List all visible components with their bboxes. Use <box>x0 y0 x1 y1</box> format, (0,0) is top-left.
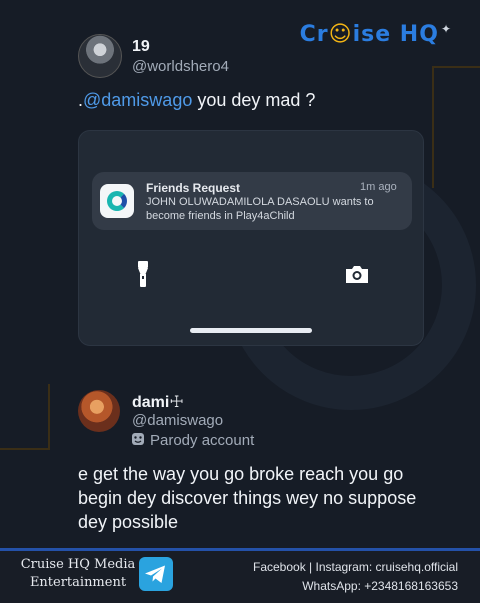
home-indicator <box>190 328 312 333</box>
notification-time: 1m ago <box>360 181 397 193</box>
post-author-handle[interactable]: @worldshero4 <box>132 58 229 75</box>
avatar[interactable] <box>78 390 120 432</box>
post-author-name[interactable]: 19 <box>132 38 150 56</box>
notification-body: JOHN OLUWADAMILOLA DASAOLU wants to beco… <box>146 196 374 222</box>
post-text: .@damiswago you dey mad ? <box>78 90 315 111</box>
org-name-line2: Entertainment <box>29 575 127 590</box>
sparkle-icon: ✦ <box>440 22 452 36</box>
post-author-handle[interactable]: @damiswago <box>132 412 223 429</box>
smile-icon: ☺ <box>328 22 353 47</box>
brand-name-start: Cr <box>299 22 329 47</box>
flashlight-icon[interactable] <box>132 260 154 288</box>
post-author-name[interactable]: dami☩ <box>132 392 184 412</box>
decorative-frame <box>432 66 480 188</box>
decorative-frame <box>0 384 50 450</box>
post-text-body: you dey mad ? <box>192 90 316 110</box>
footer-organization: Cruise HQ Media Entertainment <box>20 556 136 592</box>
camera-icon[interactable] <box>344 263 370 285</box>
post-text: e get the way you go broke reach you go … <box>78 464 417 532</box>
parody-account-label: Parody account <box>150 432 255 449</box>
telegram-icon[interactable] <box>138 556 174 592</box>
parody-mask-icon <box>132 433 144 445</box>
embedded-screenshot[interactable] <box>78 130 424 346</box>
notification-title: Friends Request <box>146 181 241 195</box>
brand-name-end: ise HQ <box>352 22 439 47</box>
org-name-line1: Cruise HQ Media <box>20 557 136 572</box>
social-handles[interactable]: Facebook | Instagram: cruisehq.official <box>253 558 458 577</box>
footer-contact: Facebook | Instagram: cruisehq.official … <box>253 558 458 596</box>
brand-logo: Cr☺ise HQ ✦ <box>300 22 452 47</box>
mention-link[interactable]: @damiswago <box>83 90 192 110</box>
app-logo-icon <box>100 184 134 218</box>
avatar[interactable] <box>78 34 122 78</box>
whatsapp-number[interactable]: WhatsApp: +2348168163653 <box>253 577 458 596</box>
